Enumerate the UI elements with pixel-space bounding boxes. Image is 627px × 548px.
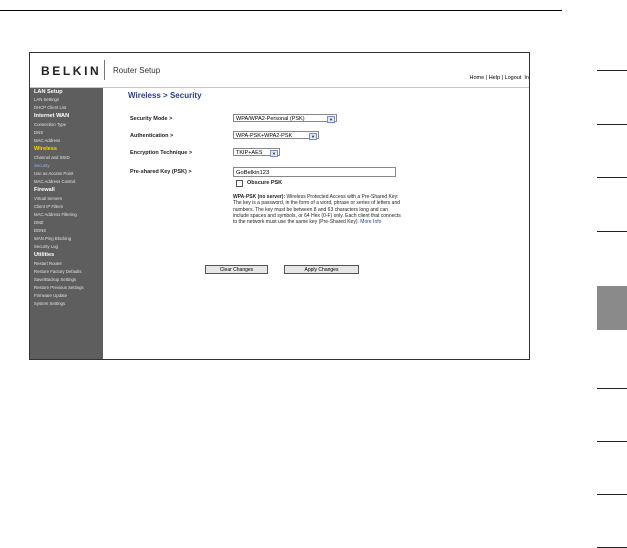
encryption-value: TKIP+AES xyxy=(236,150,263,156)
nav-item-connection-type[interactable]: Connection Type xyxy=(34,122,66,127)
belkin-logo: BELKIN xyxy=(41,64,102,78)
top-links: Home | Help | Logout In xyxy=(470,75,529,81)
nav-section-wireless[interactable]: Wireless xyxy=(34,146,57,152)
help-text: WPA-PSK (no server): Wireless Protected … xyxy=(233,194,403,225)
top-rule xyxy=(0,10,562,11)
authentication-label: Authentication > xyxy=(130,133,174,139)
encryption-select[interactable]: TKIP+AES ▼ xyxy=(233,148,280,157)
nav-item-security-log[interactable]: Security Log xyxy=(34,244,58,249)
nav-section-utilities[interactable]: Utilities xyxy=(34,252,54,258)
page-title: Wireless > Security xyxy=(128,91,202,100)
nav-item-dns[interactable]: DNS xyxy=(34,130,43,135)
nav-item-dhcp-client-list[interactable]: DHCP Client List xyxy=(34,105,66,110)
psk-input[interactable]: GoBelkin123 xyxy=(233,167,396,177)
logo-divider xyxy=(104,60,105,80)
nav-item-lan-settings[interactable]: LAN Settings xyxy=(34,97,59,102)
nav-item-mac-address-filtering[interactable]: MAC Address Filtering xyxy=(34,212,77,217)
nav-section-internet-wan[interactable]: Internet WAN xyxy=(34,113,69,119)
nav-item-restore-defaults[interactable]: Restore Factory Defaults xyxy=(34,269,82,274)
margin-tick xyxy=(597,124,627,125)
section-tab-marker xyxy=(597,286,627,330)
chevron-down-icon[interactable]: ▼ xyxy=(270,150,278,157)
chevron-down-icon[interactable]: ▼ xyxy=(327,116,335,123)
app-title: Router Setup xyxy=(113,66,161,75)
nav-item-ddns[interactable]: DDNS xyxy=(34,228,46,233)
help-link[interactable]: Help xyxy=(489,75,500,81)
nav-item-firmware-update[interactable]: Firmware Update xyxy=(34,293,67,298)
nav-section-firewall[interactable]: Firewall xyxy=(34,187,55,193)
truncated-link[interactable]: In xyxy=(524,75,529,81)
nav-item-system-settings[interactable]: System Settings xyxy=(34,301,65,306)
chevron-down-icon[interactable]: ▼ xyxy=(309,133,317,140)
psk-label: Pre-shared Key (PSK) > xyxy=(130,169,192,175)
more-info-link[interactable]: More Info xyxy=(360,219,381,225)
security-mode-value: WPA/WPA2-Personal (PSK) xyxy=(236,116,305,122)
margin-tick xyxy=(597,388,627,389)
encryption-label: Encryption Technique > xyxy=(130,150,193,156)
margin-tick xyxy=(597,177,627,178)
main-content: Wireless > Security Security Mode > WPA/… xyxy=(104,88,529,359)
security-mode-select[interactable]: WPA/WPA2-Personal (PSK) ▼ xyxy=(233,114,337,123)
nav-item-access-point[interactable]: Use as Access Point xyxy=(34,171,73,176)
margin-tick xyxy=(597,70,627,71)
apply-changes-button[interactable]: Apply Changes xyxy=(284,265,359,274)
nav-item-restart-router[interactable]: Restart Router xyxy=(34,261,62,266)
clear-changes-button[interactable]: Clear Changes xyxy=(205,265,268,274)
obscure-psk-label: Obscure PSK xyxy=(247,180,283,186)
logout-link[interactable]: Logout xyxy=(505,75,522,81)
header: BELKIN Router Setup Home | Help | Logout… xyxy=(30,53,529,88)
authentication-value: WPA-PSK+WPA2-PSK xyxy=(236,133,293,139)
nav-item-wan-ping-blocking[interactable]: WAN Ping Blocking xyxy=(34,236,71,241)
home-link[interactable]: Home xyxy=(470,75,485,81)
nav-item-channel-ssid[interactable]: Channel and SSID xyxy=(34,155,70,160)
sidebar-nav: LAN Setup LAN Settings DHCP Client List … xyxy=(30,88,103,359)
margin-tick xyxy=(597,231,627,232)
margin-tick xyxy=(597,494,627,495)
nav-item-security-active[interactable]: Security xyxy=(34,163,50,168)
nav-section-lan-setup[interactable]: LAN Setup xyxy=(34,89,63,95)
security-mode-label: Security Mode > xyxy=(130,116,173,122)
obscure-psk-checkbox[interactable] xyxy=(236,180,243,187)
nav-item-save-backup[interactable]: Save/Backup Settings xyxy=(34,277,76,282)
router-ui-screenshot: BELKIN Router Setup Home | Help | Logout… xyxy=(29,52,530,360)
nav-item-dmz[interactable]: DMZ xyxy=(34,220,43,225)
nav-item-client-ip-filters[interactable]: Client IP Filters xyxy=(34,204,63,209)
nav-item-restore-previous[interactable]: Restore Previous Settings xyxy=(34,285,84,290)
authentication-select[interactable]: WPA-PSK+WPA2-PSK ▼ xyxy=(233,131,319,140)
nav-item-virtual-servers[interactable]: Virtual Servers xyxy=(34,196,62,201)
nav-item-mac-address-control[interactable]: MAC Address Control xyxy=(34,179,75,184)
nav-item-mac-address[interactable]: MAC Address xyxy=(34,138,60,143)
help-lead: WPA-PSK (no server): xyxy=(233,194,286,200)
margin-tick xyxy=(597,441,627,442)
